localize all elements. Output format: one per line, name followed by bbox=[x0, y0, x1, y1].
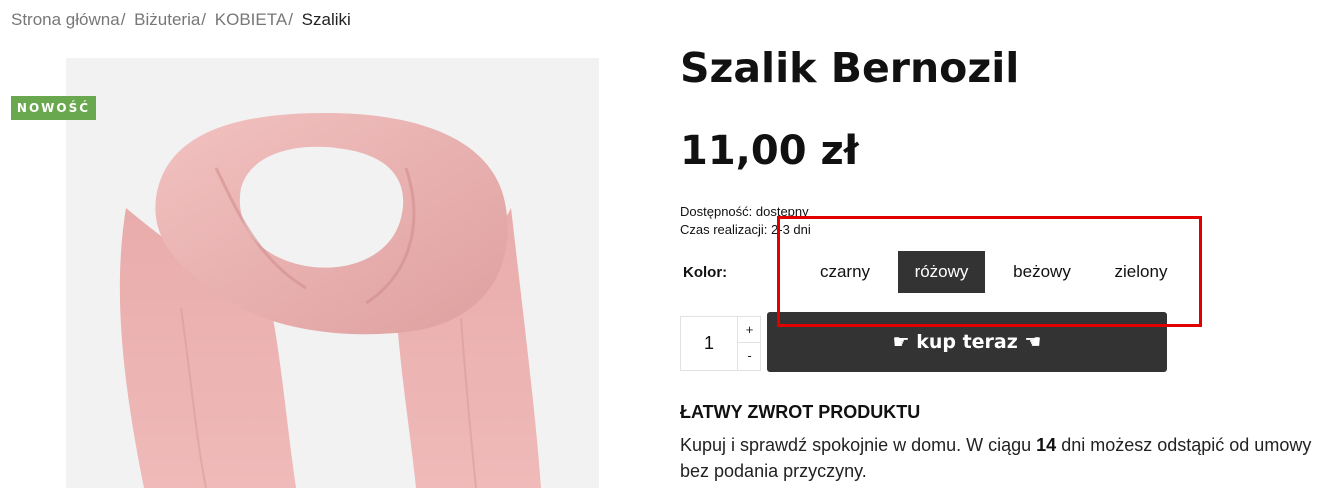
color-option-bezowy[interactable]: beżowy bbox=[1000, 251, 1084, 293]
returns-title: ŁATWY ZWROT PRODUKTU bbox=[680, 402, 921, 422]
color-option-czarny[interactable]: czarny bbox=[805, 251, 885, 293]
returns-days: 14 bbox=[1036, 435, 1057, 455]
quantity-stepper: 1 + - bbox=[680, 316, 761, 371]
breadcrumb-link-jewelry[interactable]: Biżuteria bbox=[134, 10, 200, 29]
color-option-zielony[interactable]: zielony bbox=[1100, 251, 1182, 293]
breadcrumb-current: Szaliki bbox=[301, 10, 351, 29]
new-badge: NOWOŚĆ bbox=[11, 96, 96, 120]
pink-scarf-photo-icon bbox=[119, 113, 541, 488]
breadcrumb: Strona główna/ Biżuteria/ KOBIETA/ Szali… bbox=[11, 10, 351, 30]
color-option-rozowy[interactable]: różowy bbox=[898, 251, 985, 293]
returns-text: Kupuj i sprawdź spokojnie w domu. W ciąg… bbox=[680, 432, 1330, 484]
breadcrumb-separator: / bbox=[288, 10, 293, 29]
lead-time-text: Czas realizacji: 2-3 dni bbox=[680, 222, 811, 237]
breadcrumb-separator: / bbox=[201, 10, 207, 29]
quantity-decrease-button[interactable]: - bbox=[738, 343, 761, 369]
breadcrumb-link-women[interactable]: KOBIETA bbox=[215, 10, 287, 29]
product-image[interactable] bbox=[66, 58, 599, 488]
availability-info: Dostępność: dostępny Czas realizacji: 2-… bbox=[680, 203, 811, 239]
product-price: 11,00 zł bbox=[680, 128, 859, 174]
returns-text-before: Kupuj i sprawdź spokojnie w domu. W ciąg… bbox=[680, 435, 1037, 455]
color-label: Kolor: bbox=[683, 264, 728, 281]
quantity-buttons: + - bbox=[737, 317, 761, 370]
product-title: Szalik Bernozil bbox=[680, 44, 1020, 92]
buy-now-button[interactable]: ☛ kup teraz ☚ bbox=[767, 312, 1167, 372]
breadcrumb-link-home[interactable]: Strona główna bbox=[11, 10, 120, 29]
quantity-input[interactable]: 1 bbox=[681, 317, 737, 370]
breadcrumb-separator: / bbox=[120, 10, 126, 29]
availability-text: Dostępność: dostępny bbox=[680, 204, 809, 219]
quantity-increase-button[interactable]: + bbox=[738, 317, 761, 343]
